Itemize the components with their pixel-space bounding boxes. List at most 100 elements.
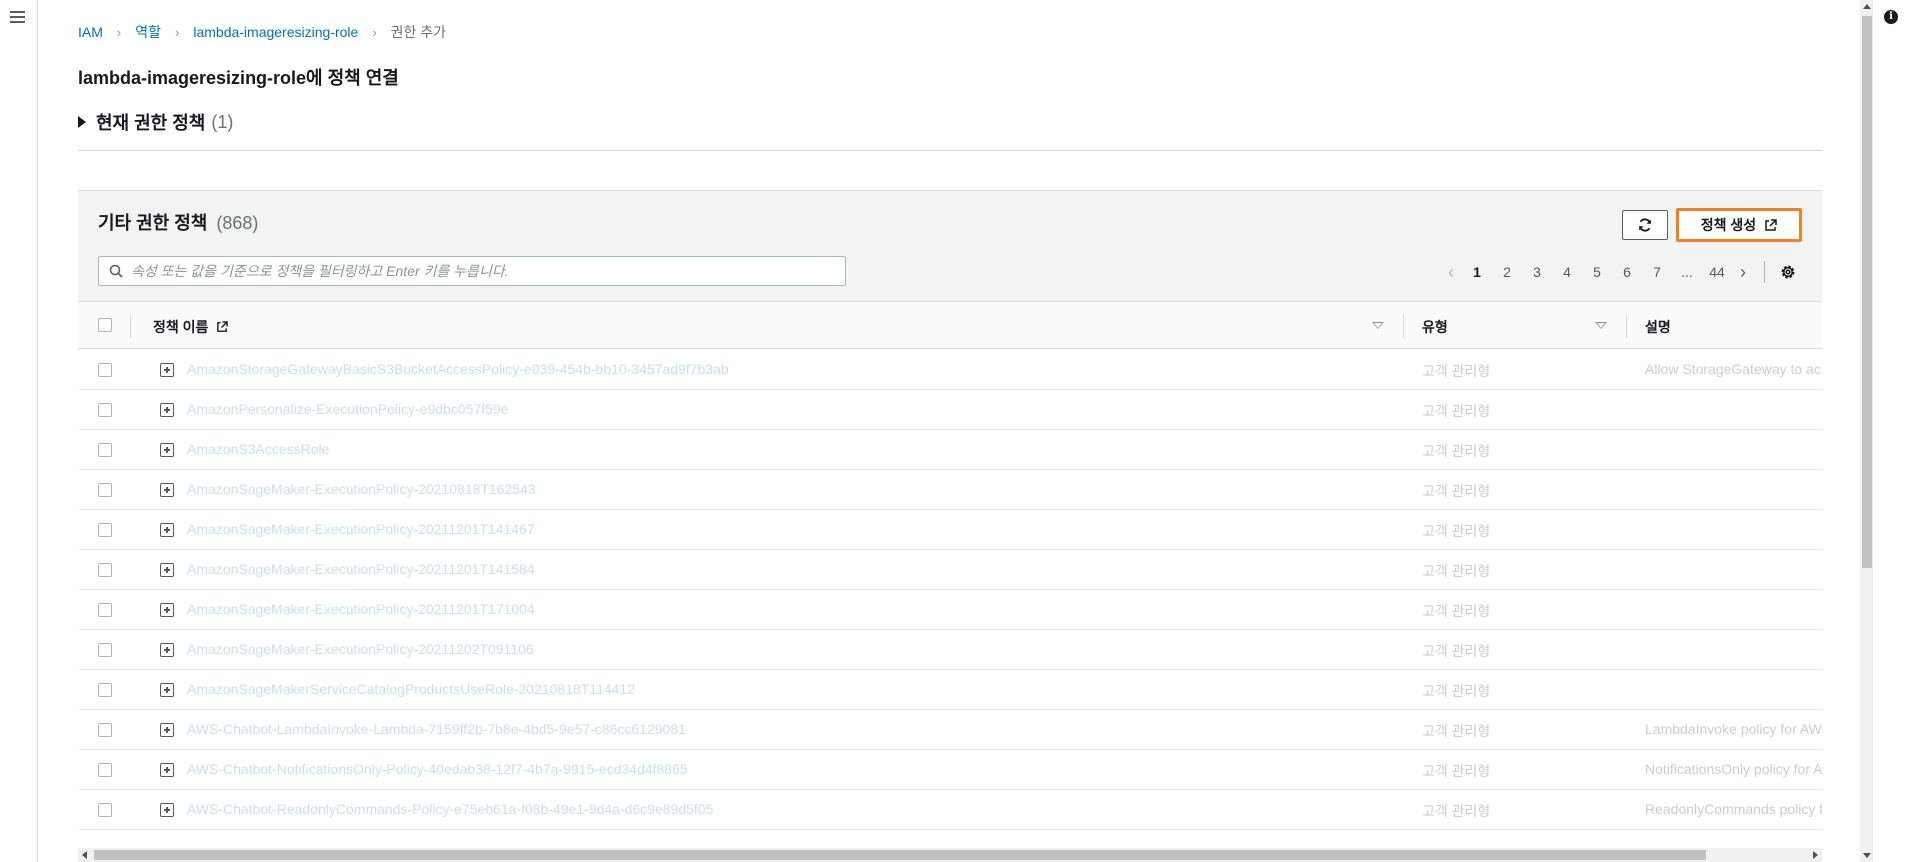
column-header-type[interactable]: 유형 [1422,317,1448,337]
sort-name-icon[interactable] [1372,322,1384,329]
page-4[interactable]: 4 [1552,264,1582,280]
page-6[interactable]: 6 [1612,264,1642,280]
policy-name-link[interactable]: AmazonSageMaker-ExecutionPolicy-20210818… [187,481,536,497]
page-2[interactable]: 2 [1492,264,1522,280]
breadcrumb-link-iam[interactable]: IAM [78,24,103,40]
policy-description: ReadonlyCommands policy f [1645,801,1822,817]
column-header-name[interactable]: 정책 이름 [153,317,229,337]
policy-name-link[interactable]: AmazonSageMakerServiceCatalogProductsUse… [187,681,635,697]
policy-type: 고객 관리형 [1422,763,1491,779]
row-checkbox[interactable] [98,803,112,817]
row-checkbox[interactable] [98,603,112,617]
row-checkbox[interactable] [98,563,112,577]
policy-name-link[interactable]: AmazonSageMaker-ExecutionPolicy-20211201… [187,601,535,617]
scroll-right-icon[interactable] [1813,851,1818,859]
page-44[interactable]: 44 [1702,264,1732,280]
row-checkbox[interactable] [98,443,112,457]
expand-row-icon[interactable] [160,523,174,537]
page-5[interactable]: 5 [1582,264,1612,280]
policy-name-link[interactable]: AmazonS3AccessRole [187,441,329,457]
refresh-button[interactable] [1622,210,1668,240]
main-content: IAM › 역할 › lambda-imageresizing-role › 권… [78,0,1822,862]
menu-icon[interactable] [10,11,25,23]
sort-type-icon[interactable] [1595,322,1607,329]
policy-name-link[interactable]: AmazonSageMaker-ExecutionPolicy-20211201… [187,561,535,577]
info-icon[interactable]: i [1884,10,1898,24]
chevron-right-icon: › [116,24,122,40]
search-icon [109,264,123,278]
scrollbar-thumb[interactable] [1862,16,1872,568]
create-policy-button[interactable]: 정책 생성 [1676,208,1802,242]
row-checkbox[interactable] [98,403,112,417]
row-checkbox[interactable] [98,683,112,697]
policy-type: 고객 관리형 [1422,723,1491,739]
expand-row-icon[interactable] [160,643,174,657]
column-divider [1403,314,1404,338]
policy-name-link[interactable]: AWS-Chatbot-ReadonlyCommands-Policy-e75e… [187,801,713,817]
search-input[interactable] [131,263,831,279]
expand-row-icon[interactable] [160,363,174,377]
row-checkbox[interactable] [98,763,112,777]
policy-name-link[interactable]: AWS-Chatbot-NotificationsOnly-Policy-40e… [187,761,688,777]
policy-description: LambdaInvoke policy for AW [1645,721,1822,737]
page-1[interactable]: 1 [1462,264,1492,280]
gear-icon[interactable] [1779,263,1797,281]
breadcrumb-link-roles[interactable]: 역할 [135,22,161,42]
table-row: AWS-Chatbot-ReadonlyCommands-Policy-e75e… [78,790,1822,830]
expand-row-icon[interactable] [160,443,174,457]
table-row: AWS-Chatbot-LambdaInvoke-Lambda-7159ff2b… [78,710,1822,750]
policy-name-link[interactable]: AmazonPersonalize-ExecutionPolicy-e9dbc0… [187,401,508,417]
policy-type: 고객 관리형 [1422,683,1491,699]
policy-name-link[interactable]: AmazonStorageGatewayBasicS3BucketAccessP… [187,361,729,377]
policy-type: 고객 관리형 [1422,363,1491,379]
pagination: ‹ 1 2 3 4 5 6 7 ... 44 › [1440,261,1797,283]
table-row: AmazonSageMaker-ExecutionPolicy-20211201… [78,550,1822,590]
current-policies-toggle[interactable]: 현재 권한 정책 (1) [78,109,233,135]
scrollbar-thumb[interactable] [94,850,1706,860]
policy-name-link[interactable]: AmazonSageMaker-ExecutionPolicy-20211202… [187,641,534,657]
chevron-left-icon[interactable]: ‹ [1440,262,1462,283]
horizontal-scrollbar[interactable] [78,848,1822,862]
policy-description: Allow StorageGateway to ac [1645,361,1821,377]
page-3[interactable]: 3 [1522,264,1552,280]
row-checkbox[interactable] [98,723,112,737]
scroll-down-icon[interactable] [1863,853,1871,858]
chevron-right-icon[interactable]: › [1732,262,1754,283]
policy-type: 고객 관리형 [1422,483,1491,499]
row-checkbox[interactable] [98,643,112,657]
caret-right-icon [78,116,86,128]
row-checkbox[interactable] [98,483,112,497]
column-divider [1626,314,1627,338]
expand-row-icon[interactable] [160,403,174,417]
row-checkbox[interactable] [98,363,112,377]
chevron-right-icon: › [372,24,377,40]
scroll-up-icon[interactable] [1863,4,1871,9]
create-policy-label: 정책 생성 [1700,217,1757,233]
expand-row-icon[interactable] [160,603,174,617]
page-ellipsis: ... [1681,264,1693,280]
policy-description: NotificationsOnly policy for A [1645,761,1822,777]
search-bar [98,256,846,286]
table-row: AmazonStorageGatewayBasicS3BucketAccessP… [78,350,1822,390]
expand-row-icon[interactable] [160,723,174,737]
breadcrumb-link-role[interactable]: lambda-imageresizing-role [193,24,358,40]
column-header-description[interactable]: 설명 [1645,317,1671,337]
policy-name-link[interactable]: AWS-Chatbot-LambdaInvoke-Lambda-7159ff2b… [187,721,686,737]
left-rail [0,0,38,862]
panel-title-count: (868) [216,213,259,233]
row-checkbox[interactable] [98,523,112,537]
expand-row-icon[interactable] [160,683,174,697]
policy-type: 고객 관리형 [1422,563,1491,579]
page-7[interactable]: 7 [1642,264,1672,280]
select-all-checkbox[interactable] [98,318,112,332]
scroll-left-icon[interactable] [82,851,87,859]
expand-row-icon[interactable] [160,483,174,497]
external-link-icon [1765,218,1777,231]
policy-name-link[interactable]: AmazonSageMaker-ExecutionPolicy-20211201… [187,521,535,537]
expand-row-icon[interactable] [160,763,174,777]
panel-title-text: 기타 권한 정책 [98,213,208,233]
expand-row-icon[interactable] [160,803,174,817]
expand-row-icon[interactable] [160,563,174,577]
right-rail: i [1872,0,1914,862]
table-row: AmazonSageMaker-ExecutionPolicy-20210818… [78,470,1822,510]
